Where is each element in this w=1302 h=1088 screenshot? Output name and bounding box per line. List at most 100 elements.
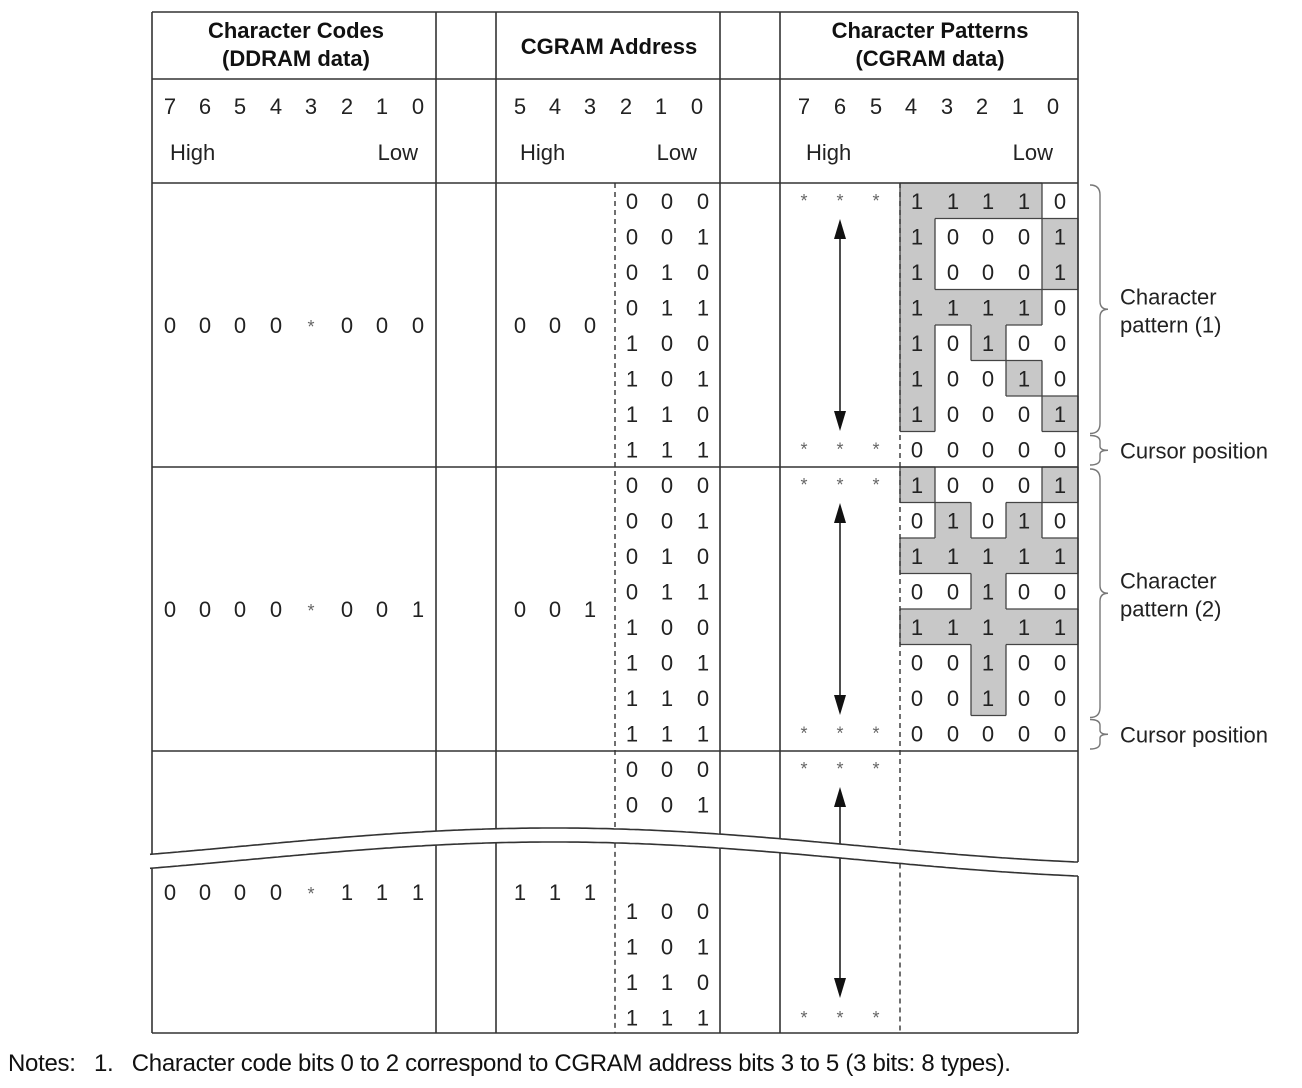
pattern-bit: 0: [911, 722, 923, 747]
pattern-bit: 1: [982, 544, 994, 569]
pattern-bit: 0: [947, 225, 959, 250]
pattern-bit: 1: [911, 331, 923, 356]
cgram-high-bit: 1: [514, 880, 526, 905]
cgram-low-bit: 1: [661, 580, 673, 605]
cgram-high-bit: 0: [549, 597, 561, 622]
pattern-bit: 1: [911, 367, 923, 392]
cgram-low-bit: 1: [626, 438, 638, 463]
cgram-low-bit: 1: [697, 722, 709, 747]
cgram-low-bit: 1: [626, 367, 638, 392]
bit-label: 3: [305, 94, 317, 119]
pattern-bit: 0: [1018, 651, 1030, 676]
cgram-low-bit: 1: [697, 296, 709, 321]
bit-label: 5: [870, 94, 882, 119]
cgram-low-bit: 0: [661, 509, 673, 534]
cgram-low-bit: 0: [661, 615, 673, 640]
cgram-low-bit: 0: [661, 651, 673, 676]
pattern-label: Character: [1120, 568, 1217, 593]
cgram-low-bit: 0: [661, 367, 673, 392]
bit-label: 1: [655, 94, 667, 119]
dont-care-bit: *: [836, 1008, 843, 1028]
pattern-bit: 0: [1018, 722, 1030, 747]
dont-care-bit: *: [836, 475, 843, 495]
cgram-high-bit: 0: [584, 313, 596, 338]
pattern-bit: 0: [982, 438, 994, 463]
arrow-up-icon: [834, 787, 846, 807]
bit-label: 0: [691, 94, 703, 119]
cgram-low-bit: 0: [661, 793, 673, 818]
cgram-low-bit: 1: [697, 1006, 709, 1031]
cgram-low-bit: 1: [697, 509, 709, 534]
pattern-bit: 1: [1054, 225, 1066, 250]
cgram-high-bit: 1: [584, 597, 596, 622]
pattern-bit: 0: [1018, 225, 1030, 250]
cgram-low-bit: 1: [697, 651, 709, 676]
cgram-low-bit: 0: [697, 970, 709, 995]
dont-care-bit: *: [836, 191, 843, 211]
pattern-bit: 1: [1018, 367, 1030, 392]
cgram-low-bit: 0: [661, 757, 673, 782]
char-code-bit: 0: [234, 597, 246, 622]
cgram-high-bit: 0: [549, 313, 561, 338]
cgram-low-bit: 1: [697, 438, 709, 463]
pattern-bit: 0: [1054, 189, 1066, 214]
pattern-bit: 0: [1054, 331, 1066, 356]
bit-label: 6: [834, 94, 846, 119]
pattern-bit: 1: [1054, 402, 1066, 427]
header-char-codes: Character Codes: [208, 18, 384, 43]
dont-care-bit: *: [872, 1008, 879, 1028]
cgram-low-bit: 1: [661, 438, 673, 463]
cgram-high-bit: 1: [549, 880, 561, 905]
pattern-bit: 1: [947, 544, 959, 569]
pattern-bit: 0: [1054, 580, 1066, 605]
bit-label: 7: [164, 94, 176, 119]
char-code-bit: 0: [341, 597, 353, 622]
bit-label: 4: [549, 94, 561, 119]
dont-care-bit: *: [800, 724, 807, 744]
braces: Character pattern (1) Cursor position Chara…: [1089, 184, 1268, 750]
char-code-bit: 0: [376, 313, 388, 338]
char-code-bit: 0: [270, 313, 282, 338]
pattern-bit: 1: [911, 615, 923, 640]
bit-label: 3: [941, 94, 953, 119]
pattern-bit: 1: [1018, 544, 1030, 569]
char-code-bit: 0: [164, 880, 176, 905]
dont-care-bit: *: [800, 440, 807, 460]
pattern-bit: 1: [947, 189, 959, 214]
pattern-bit: 0: [1054, 296, 1066, 321]
pattern-bit: 1: [982, 651, 994, 676]
pattern-bit: 0: [1018, 686, 1030, 711]
cgram-low-bit: 1: [661, 722, 673, 747]
pattern-bit: 0: [947, 260, 959, 285]
pattern-bit: 1: [1018, 509, 1030, 534]
cgram-low-bit: 1: [626, 970, 638, 995]
char-code-bit: 0: [199, 313, 211, 338]
cgram-low-bit: 0: [661, 225, 673, 250]
high-label: High: [170, 140, 215, 165]
char-code-bit: *: [307, 884, 314, 904]
pattern-bit: 1: [947, 296, 959, 321]
cgram-low-bit: 0: [626, 225, 638, 250]
cgram-low-bit: 0: [697, 757, 709, 782]
cgram-low-bit: 0: [661, 899, 673, 924]
break-wave: [149, 827, 1079, 877]
cgram-low-bit: 0: [626, 473, 638, 498]
header-char-patterns: Character Patterns: [832, 18, 1029, 43]
pattern-label: Character: [1120, 284, 1217, 309]
header-ddram-data: (DDRAM data): [222, 46, 370, 71]
dont-care-bit: *: [872, 475, 879, 495]
cgram-low-bit: 1: [661, 544, 673, 569]
cgram-low-bit: 1: [697, 367, 709, 392]
dont-care-bit: *: [800, 475, 807, 495]
cgram-low-bit: 1: [661, 402, 673, 427]
low-label: Low: [378, 140, 418, 165]
cgram-low-bit: 0: [697, 899, 709, 924]
cgram-low-bit: 0: [626, 793, 638, 818]
cgram-low-bit: 0: [661, 473, 673, 498]
pattern-bit: 0: [947, 686, 959, 711]
cgram-low-bit: 0: [697, 615, 709, 640]
cgram-low-bit: 1: [626, 615, 638, 640]
dont-care-bit: *: [800, 191, 807, 211]
arrow-down-icon: [834, 978, 846, 998]
cursor-label: Cursor position: [1120, 438, 1268, 463]
